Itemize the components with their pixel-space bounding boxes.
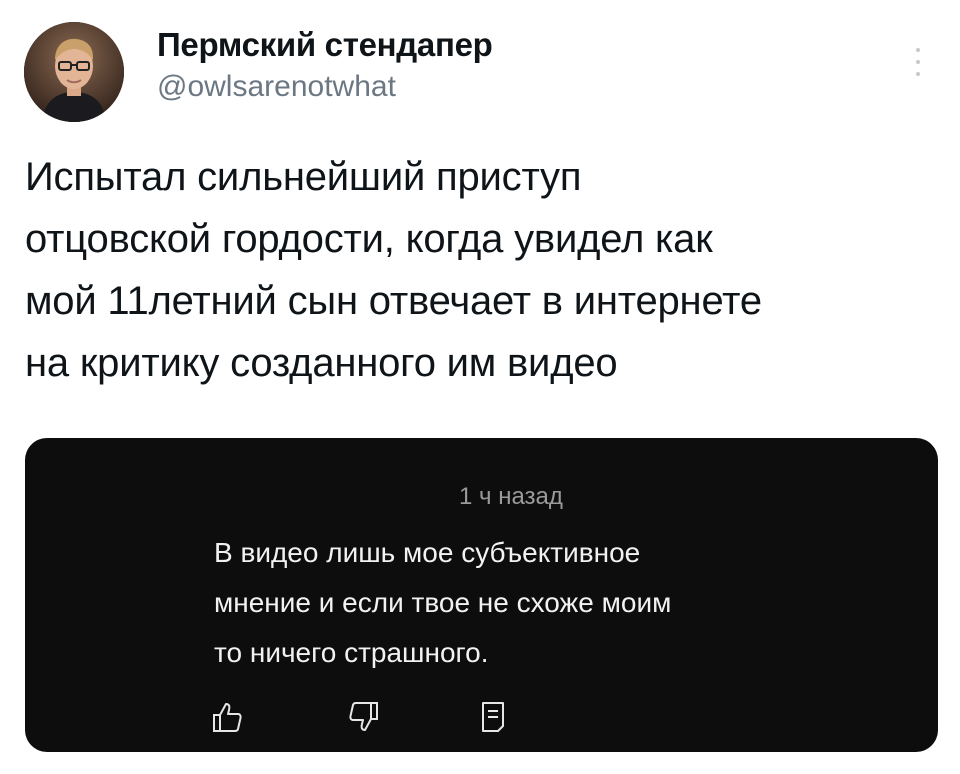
tweet: Пермский стендапер @owlsarenotwhat Испыт… [0,0,960,774]
comment-timestamp: 1 ч назад [459,483,563,510]
dislike-button[interactable] [348,700,380,734]
like-button[interactable] [211,700,243,734]
tweet-author: Пермский стендапер @owlsarenotwhat [157,26,493,106]
reply-icon [482,702,504,732]
author-display-name[interactable]: Пермский стендапер [157,26,493,64]
author-handle[interactable]: @owlsarenotwhat [157,68,493,106]
user-avatar-photo [24,22,124,122]
more-options-button[interactable] [906,44,930,80]
reply-button[interactable] [477,700,509,734]
comment-text: В видео лишь мое субъективное мнение и е… [214,537,672,668]
embedded-comment-screenshot[interactable]: 1 ч назад В видео лишь мое субъективное … [25,438,938,752]
thumbs-down-icon [349,702,378,731]
tweet-text: Испытал сильнейший приступ отцовской гор… [25,155,762,385]
thumbs-up-icon [213,703,242,732]
avatar[interactable] [24,22,124,122]
